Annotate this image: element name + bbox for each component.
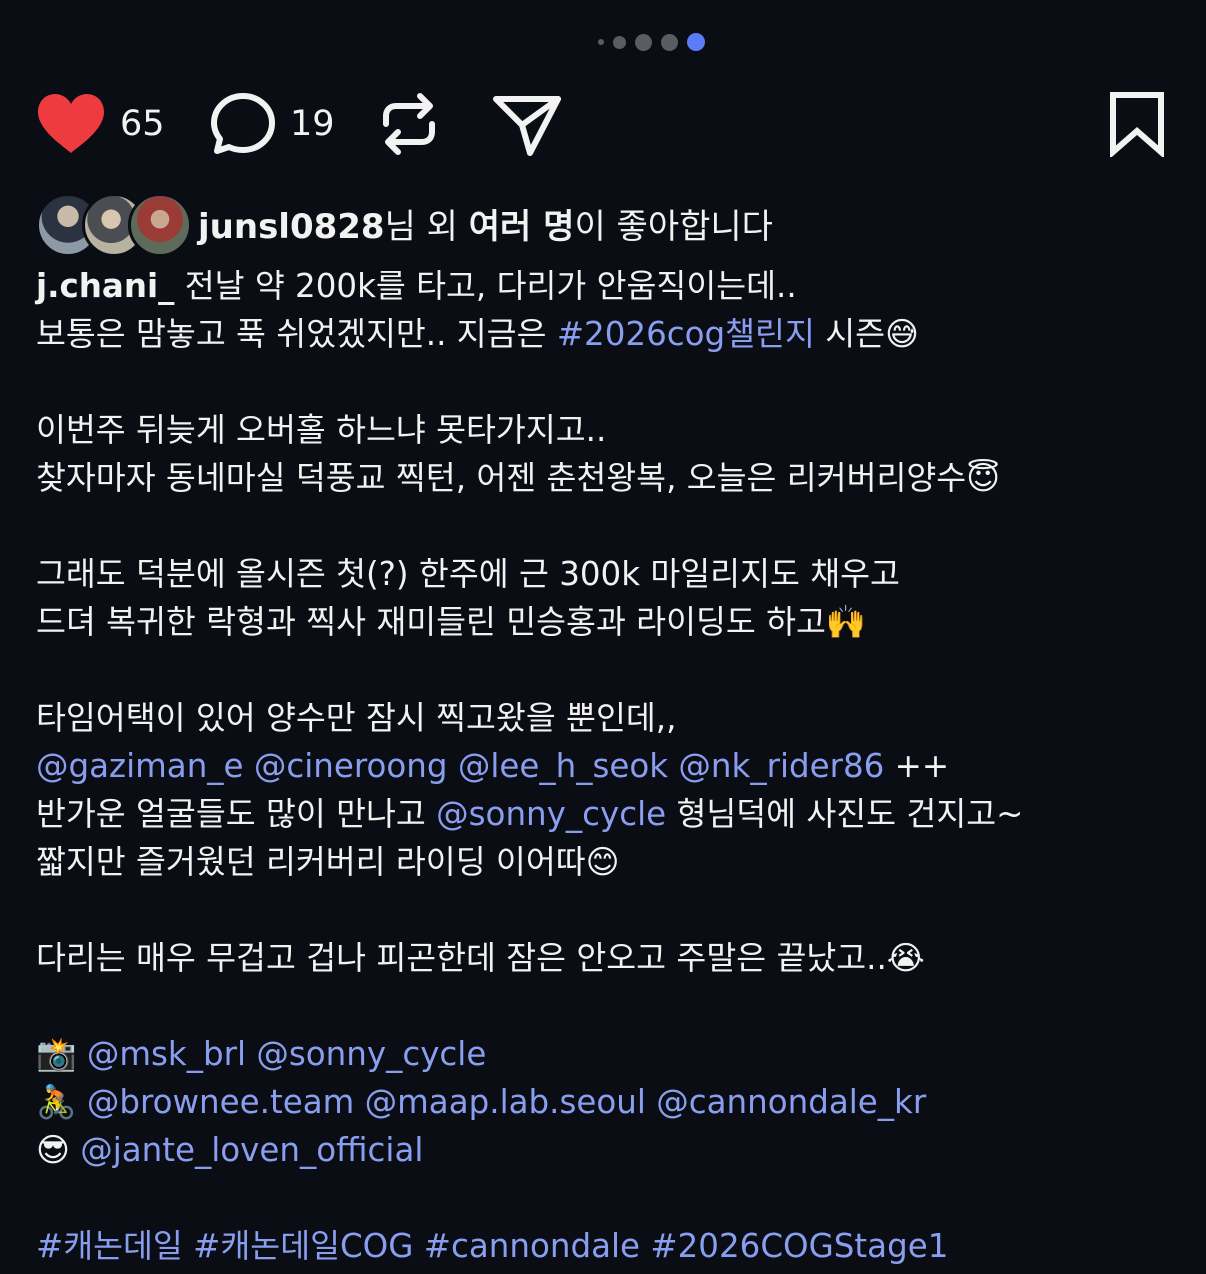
camera-icon: 📸 — [36, 1035, 77, 1073]
liked-by-text: junsl0828님 외 여러 명이 좋아합니다 — [198, 199, 773, 248]
credit-line: 😎 @jante_loven_official — [36, 1126, 1176, 1174]
mention-links[interactable]: @brownee.team @maap.lab.seoul @cannondal… — [87, 1083, 926, 1121]
caption-line: 반가운 얼굴들도 많이 만나고 @sonny_cycle 형님덕에 사진도 건지… — [36, 790, 1176, 838]
repost-button[interactable] — [378, 88, 440, 160]
save-button[interactable] — [1108, 88, 1166, 160]
credit-line: 📸 @msk_brl @sonny_cycle — [36, 1030, 1176, 1078]
post-action-bar: 65 19 — [36, 88, 1166, 160]
like-button[interactable]: 65 — [36, 88, 165, 160]
liked-by-suffix: 이 좋아합니다 — [574, 206, 773, 247]
mention-link[interactable]: @jante_loven_official — [80, 1131, 423, 1169]
carousel-indicator — [0, 30, 1206, 54]
liker-avatars[interactable] — [36, 192, 192, 257]
author-username[interactable]: j.chani_ — [36, 267, 174, 305]
liked-by-connector: 님 외 — [384, 206, 469, 247]
caption-line: 보통은 맘놓고 푹 쉬었겠지만.. 지금은 #2026cog챌린지 시즌😅 — [36, 310, 1176, 358]
caption-line: @gaziman_e @cineroong @lee_h_seok @nk_ri… — [36, 742, 1176, 790]
caption-line: 다리는 매우 무겁고 겁나 피곤한데 잠은 안오고 주말은 끝났고..😭 — [36, 939, 925, 977]
post-caption: j.chani_ 전날 약 200k를 타고, 다리가 안움직이는데.. 보통은… — [36, 262, 1176, 1270]
caption-text: 반가운 얼굴들도 많이 만나고 — [36, 795, 437, 833]
mention-links[interactable]: @msk_brl @sonny_cycle — [87, 1035, 487, 1073]
repost-icon — [383, 93, 435, 155]
hashtag-links[interactable]: #캐논데일 #캐논데일COG #cannondale #2026COGStage… — [36, 1227, 948, 1265]
caption-line: j.chani_ 전날 약 200k를 타고, 다리가 안움직이는데.. — [36, 262, 1176, 310]
heart-icon — [38, 94, 104, 153]
caption-line: 그래도 덕분에 올시즌 첫(?) 한주에 근 300k 마일리지도 채우고 — [36, 555, 900, 593]
sunglasses-icon: 😎 — [36, 1131, 70, 1169]
carousel-dot — [634, 33, 652, 51]
caption-text: ++ — [884, 747, 950, 785]
caption-line: 짧지만 즐거웠던 리커버리 라이딩 이어따😊 — [36, 843, 620, 881]
carousel-dot — [660, 33, 678, 51]
caption-line: 찾자마자 동네마실 덕풍교 찍턴, 어젠 춘천왕복, 오늘은 리커버리양수😇 — [36, 459, 1001, 497]
share-icon — [493, 96, 561, 156]
carousel-dot — [597, 39, 604, 45]
liked-by-summary[interactable]: junsl0828님 외 여러 명이 좋아합니다 — [36, 192, 773, 257]
cyclist-icon: 🚴 — [36, 1083, 77, 1121]
caption-line: 이번주 뒤늦게 오버홀 하느냐 못타가지고.. — [36, 411, 607, 449]
liker-others-link[interactable]: 여러 명 — [469, 207, 575, 247]
share-button[interactable] — [492, 88, 562, 160]
comment-count[interactable]: 19 — [290, 104, 335, 144]
caption-text: 시즌😅 — [814, 315, 919, 353]
carousel-dot — [612, 35, 626, 49]
caption-line: 드뎌 복귀한 락형과 찍사 재미들린 민승홍과 라이딩도 하고🙌 — [36, 603, 867, 641]
avatar[interactable] — [128, 193, 192, 257]
caption-text: 형님덕에 사진도 건지고~ — [666, 795, 1024, 833]
comment-icon — [211, 93, 275, 154]
hashtag-link[interactable]: #2026cog챌린지 — [557, 315, 815, 353]
credit-line: 🚴 @brownee.team @maap.lab.seoul @cannond… — [36, 1078, 1176, 1126]
caption-line: 타임어택이 있어 양수만 잠시 찍고왔을 뿐인데,, — [36, 699, 677, 737]
mention-link[interactable]: @sonny_cycle — [436, 795, 666, 833]
like-count[interactable]: 65 — [120, 104, 165, 144]
carousel-dot-active — [686, 33, 705, 51]
comment-button[interactable]: 19 — [210, 88, 335, 160]
bookmark-icon — [1110, 92, 1164, 157]
liker-username[interactable]: junsl0828 — [198, 207, 385, 247]
caption-text: 전날 약 200k를 타고, 다리가 안움직이는데.. — [174, 267, 797, 305]
mention-links[interactable]: @gaziman_e @cineroong @lee_h_seok @nk_ri… — [36, 747, 884, 785]
caption-text: 보통은 맘놓고 푹 쉬었겠지만.. 지금은 — [36, 315, 557, 353]
hashtag-line: #캐논데일 #캐논데일COG #cannondale #2026COGStage… — [36, 1222, 1176, 1270]
